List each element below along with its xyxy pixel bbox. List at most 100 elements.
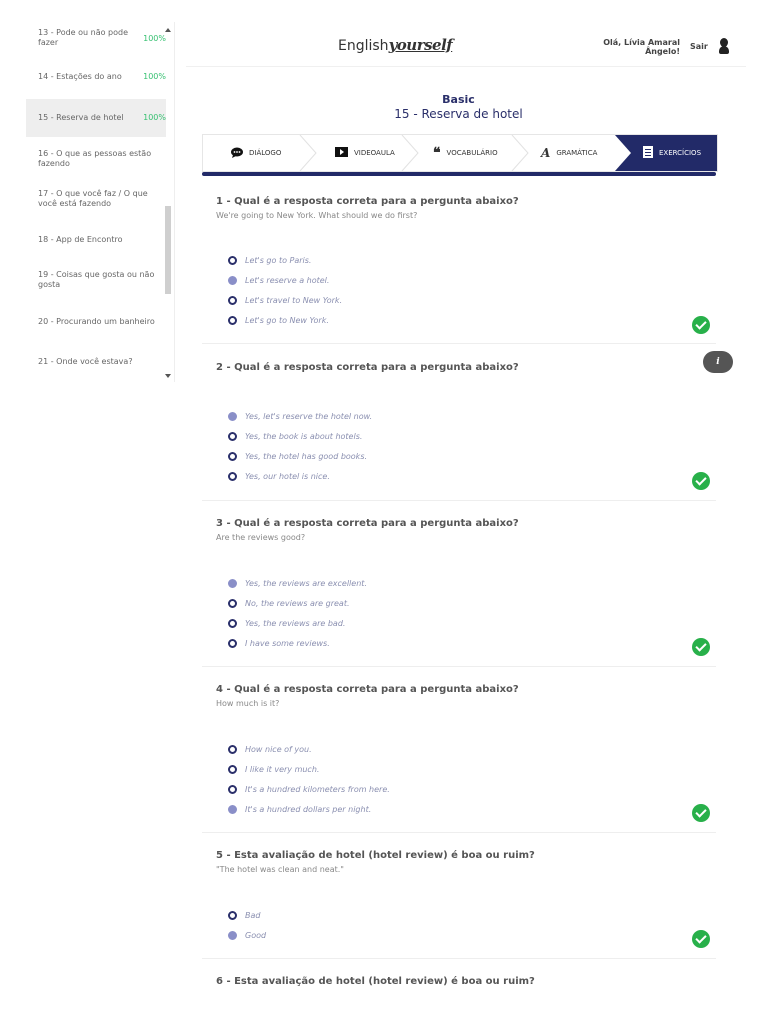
answer-option-text: I have some reviews. <box>245 639 330 648</box>
user-greeting: Olá, Lívia Amaral Ângelo! <box>603 38 680 56</box>
sidebar-item-18[interactable]: 18 - App de Encontro <box>26 235 166 249</box>
play-icon <box>335 147 348 159</box>
correct-check-icon <box>692 930 710 948</box>
answer-option[interactable]: Yes, the book is about hotels. <box>228 432 362 441</box>
radio-button[interactable] <box>228 765 237 774</box>
brand-text: English <box>338 38 389 54</box>
question-divider <box>202 666 716 667</box>
avatar[interactable] <box>718 38 730 54</box>
sidebar-item-label: 18 - App de Encontro <box>38 235 123 244</box>
sidebar-item-17[interactable]: 17 - O que você faz / O que você está fa… <box>26 189 166 211</box>
answer-option[interactable]: Yes, the reviews are bad. <box>228 619 345 628</box>
answer-option[interactable]: Good <box>228 931 266 940</box>
quote-icon: ❝ <box>433 145 441 161</box>
answer-option[interactable]: Yes, the hotel has good books. <box>228 452 367 461</box>
question-1: 1 - Qual é a resposta correta para a per… <box>216 196 716 344</box>
lesson-title: 15 - Reserva de hotel <box>394 107 523 121</box>
brand-logo[interactable]: Englishyourself <box>338 36 453 54</box>
tab-separator <box>299 135 317 171</box>
question-divider <box>202 958 716 959</box>
scrollbar-thumb[interactable] <box>165 206 171 294</box>
answer-option[interactable]: It's a hundred dollars per night. <box>228 805 371 814</box>
question-6: 6 - Esta avaliação de hotel (hotel revie… <box>216 976 716 1006</box>
lesson-level: Basic <box>442 93 475 106</box>
answer-option[interactable]: Yes, let's reserve the hotel now. <box>228 412 372 421</box>
sidebar-item-label: 13 - Pode ou não pode fazer <box>38 28 129 47</box>
sidebar-item-19[interactable]: 19 - Coisas que gosta ou não gosta <box>26 270 166 292</box>
answer-option[interactable]: Let's go to New York. <box>228 316 329 325</box>
tab-label: DIÁLOGO <box>249 149 282 157</box>
radio-button[interactable] <box>228 316 237 325</box>
answer-option[interactable]: Let's reserve a hotel. <box>228 276 329 285</box>
answer-option-text: Yes, let's reserve the hotel now. <box>245 412 373 421</box>
sidebar-item-label: 17 - O que você faz / O que você está fa… <box>38 189 148 208</box>
radio-button-selected[interactable] <box>228 579 237 588</box>
radio-button[interactable] <box>228 911 237 920</box>
question-2: 2 - Qual é a resposta correta para a per… <box>216 362 716 502</box>
question-3: 3 - Qual é a resposta correta para a per… <box>216 518 716 666</box>
radio-button-selected[interactable] <box>228 412 237 421</box>
sidebar-item-label: 20 - Procurando um banheiro <box>38 317 155 326</box>
sidebar-item-21[interactable]: 21 - Onde você estava? <box>26 357 166 371</box>
sidebar-scrollbar[interactable] <box>163 22 173 380</box>
answer-option[interactable]: I like it very much. <box>228 765 319 774</box>
sidebar-item-label: 15 - Reserva de hotel <box>38 113 124 122</box>
radio-button-selected[interactable] <box>228 805 237 814</box>
question-title: 6 - Esta avaliação de hotel (hotel revie… <box>216 976 535 987</box>
radio-button[interactable] <box>228 432 237 441</box>
question-4: 4 - Qual é a resposta correta para a per… <box>216 684 716 832</box>
lesson-sidebar: 13 - Pode ou não pode fazer 100% 14 - Es… <box>26 22 175 382</box>
answer-option-text: Yes, the reviews are bad. <box>245 619 346 628</box>
answer-option[interactable]: Bad <box>228 911 260 920</box>
tab-vocabulario[interactable]: ❝ VOCABULÁRIO <box>433 135 498 171</box>
tab-label: EXERCÍCIOS <box>659 149 702 157</box>
sidebar-item-16[interactable]: 16 - O que as pessoas estão fazendo <box>26 149 166 171</box>
answer-option[interactable]: I have some reviews. <box>228 639 330 648</box>
tab-separator <box>615 135 631 171</box>
sidebar-item-15[interactable]: 15 - Reserva de hotel 100% <box>26 99 166 137</box>
tab-dialogo[interactable]: DIÁLOGO <box>231 135 281 171</box>
correct-check-icon <box>692 316 710 334</box>
answer-option-text: Let's travel to New York. <box>245 296 343 305</box>
answer-option[interactable]: It's a hundred kilometers from here. <box>228 785 390 794</box>
answer-option-text: Yes, the reviews are excellent. <box>245 579 367 588</box>
answer-option[interactable]: Let's travel to New York. <box>228 296 342 305</box>
radio-button[interactable] <box>228 452 237 461</box>
tab-videoaula[interactable]: VIDEOAULA <box>335 135 395 171</box>
scroll-up-arrow-icon[interactable] <box>165 28 171 32</box>
radio-button[interactable] <box>228 785 237 794</box>
radio-button-selected[interactable] <box>228 276 237 285</box>
header-divider <box>186 66 746 67</box>
logout-link[interactable]: Sair <box>690 42 708 51</box>
answer-option[interactable]: Yes, the reviews are excellent. <box>228 579 367 588</box>
tab-separator <box>511 135 529 171</box>
radio-button[interactable] <box>228 745 237 754</box>
scroll-down-arrow-icon[interactable] <box>165 374 171 378</box>
answer-option[interactable]: Yes, our hotel is nice. <box>228 472 330 481</box>
radio-button[interactable] <box>228 472 237 481</box>
sidebar-item-13[interactable]: 13 - Pode ou não pode fazer 100% <box>26 28 166 50</box>
sidebar-item-14[interactable]: 14 - Estações do ano 100% <box>26 72 166 86</box>
radio-button[interactable] <box>228 256 237 265</box>
radio-button-selected[interactable] <box>228 931 237 940</box>
sidebar-item-label: 14 - Estações do ano <box>38 72 122 81</box>
tab-label: VOCABULÁRIO <box>446 149 498 157</box>
answer-option[interactable]: How nice of you. <box>228 745 312 754</box>
sidebar-item-20[interactable]: 20 - Procurando um banheiro <box>26 317 166 331</box>
user-greeting-line2: Ângelo! <box>645 47 680 56</box>
radio-button[interactable] <box>228 619 237 628</box>
radio-button[interactable] <box>228 599 237 608</box>
tab-label: GRAMÁTICA <box>556 149 598 157</box>
tab-gramatica[interactable]: A GRAMÁTICA <box>541 135 597 171</box>
answer-option[interactable]: No, the reviews are great. <box>228 599 350 608</box>
answer-option-text: It's a hundred kilometers from here. <box>245 785 390 794</box>
correct-check-icon <box>692 638 710 656</box>
answer-option-text: Let's go to Paris. <box>245 256 312 265</box>
answer-option[interactable]: Let's go to Paris. <box>228 256 311 265</box>
answer-option-text: Yes, our hotel is nice. <box>245 472 330 481</box>
list-icon <box>643 146 653 160</box>
answer-option-text: Let's reserve a hotel. <box>245 276 330 285</box>
radio-button[interactable] <box>228 639 237 648</box>
radio-button[interactable] <box>228 296 237 305</box>
answer-option-text: Let's go to New York. <box>245 316 329 325</box>
